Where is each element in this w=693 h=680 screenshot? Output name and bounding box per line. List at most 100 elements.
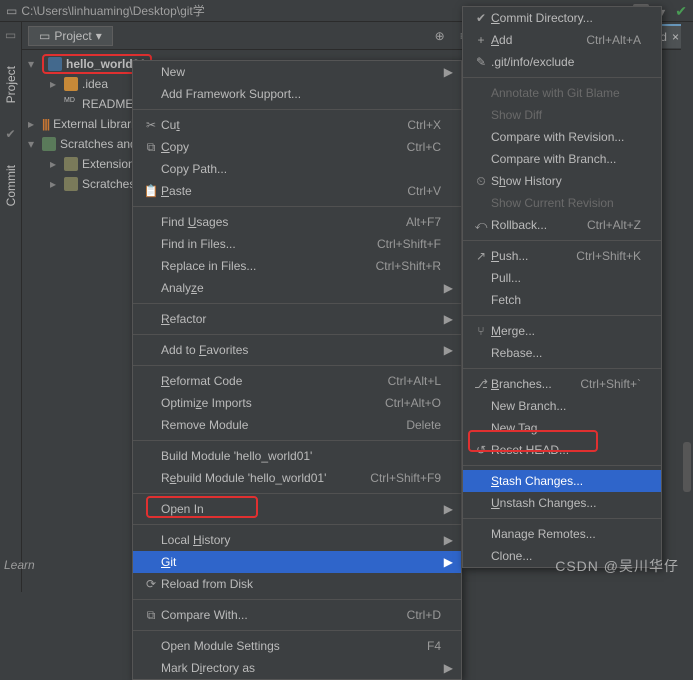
- menu-item[interactable]: ✎.git/info/exclude: [463, 51, 661, 73]
- menu-item[interactable]: Build Module 'hello_world01': [133, 445, 461, 467]
- menu-item[interactable]: Analyze▶: [133, 277, 461, 299]
- scratch-icon: [42, 137, 56, 151]
- menu-item[interactable]: Fetch: [463, 289, 661, 311]
- menu-label: Branches...: [491, 377, 580, 391]
- menu-label: Show Diff: [491, 108, 641, 122]
- menu-item[interactable]: Open In▶: [133, 498, 461, 520]
- menu-label: Show History: [491, 174, 641, 188]
- menu-label: Build Module 'hello_world01': [161, 449, 441, 463]
- submenu-arrow-icon: ▶: [441, 661, 453, 675]
- menu-item[interactable]: Replace in Files...Ctrl+Shift+R: [133, 255, 461, 277]
- menu-item[interactable]: +AddCtrl+Alt+A: [463, 29, 661, 51]
- menu-item[interactable]: ⏲Show History: [463, 170, 661, 192]
- learn-tab[interactable]: Learn: [4, 558, 35, 572]
- submenu-arrow-icon: ▶: [441, 65, 453, 79]
- menu-item[interactable]: ⧉Compare With...Ctrl+D: [133, 604, 461, 626]
- menu-item[interactable]: Open Module SettingsF4: [133, 635, 461, 657]
- menu-item[interactable]: Stash Changes...: [463, 470, 661, 492]
- commit-icon[interactable]: ✔: [5, 127, 15, 141]
- menu-item[interactable]: Mark Directory as▶: [133, 657, 461, 679]
- submenu-arrow-icon: ▶: [441, 312, 453, 326]
- tree-label: External Librari: [53, 117, 134, 131]
- menu-item[interactable]: Compare with Revision...: [463, 126, 661, 148]
- chevron-right-icon[interactable]: ▸: [28, 117, 38, 131]
- menu-label: Optimize Imports: [161, 396, 385, 410]
- gutter-tab-commit[interactable]: Commit: [2, 161, 20, 210]
- chevron-down-icon[interactable]: ▾: [28, 137, 38, 151]
- menu-item[interactable]: Remove ModuleDelete: [133, 414, 461, 436]
- menu-item[interactable]: Unstash Changes...: [463, 492, 661, 514]
- menu-item[interactable]: ⎇Branches...Ctrl+Shift+`: [463, 373, 661, 395]
- project-icon: ▭: [39, 29, 50, 43]
- menu-item[interactable]: Pull...: [463, 267, 661, 289]
- menu-item[interactable]: Reformat CodeCtrl+Alt+L: [133, 370, 461, 392]
- menu-item[interactable]: Git▶: [133, 551, 461, 573]
- context-menu-project[interactable]: New▶Add Framework Support...✂CutCtrl+X⧉C…: [132, 60, 462, 680]
- menu-item[interactable]: ↺Reset HEAD...: [463, 439, 661, 461]
- menu-label: Open Module Settings: [161, 639, 427, 653]
- chevron-right-icon[interactable]: ▸: [50, 177, 60, 191]
- menu-item[interactable]: Optimize ImportsCtrl+Alt+O: [133, 392, 461, 414]
- menu-item[interactable]: New Tag...: [463, 417, 661, 439]
- menu-label: Open In: [161, 502, 441, 516]
- menu-shortcut: Ctrl+Shift+R: [376, 259, 441, 273]
- menu-label: Pull...: [491, 271, 641, 285]
- crumb-dir[interactable]: C:\Users\linhuaming\Desktop\git学: [21, 2, 204, 19]
- menu-item[interactable]: Manage Remotes...: [463, 523, 661, 545]
- menu-label: Commit Directory...: [491, 11, 641, 25]
- menu-label: Unstash Changes...: [491, 496, 641, 510]
- menu-label: Reset HEAD...: [491, 443, 641, 457]
- menu-item[interactable]: Add Framework Support...: [133, 83, 461, 105]
- menu-item[interactable]: ⤺Rollback...Ctrl+Alt+Z: [463, 214, 661, 236]
- close-icon[interactable]: ×: [672, 30, 679, 44]
- tree-label: .idea: [82, 77, 108, 91]
- menu-label: Compare With...: [161, 608, 407, 622]
- scrollbar-thumb[interactable]: [683, 442, 691, 492]
- git-update-icon[interactable]: ✔: [675, 3, 687, 20]
- menu-item[interactable]: Copy Path...: [133, 158, 461, 180]
- chevron-right-icon[interactable]: ▸: [50, 77, 60, 91]
- menu-item[interactable]: New▶: [133, 61, 461, 83]
- menu-label: .git/info/exclude: [491, 55, 641, 69]
- menu-shortcut: Ctrl+Shift+F: [377, 237, 441, 251]
- menu-item[interactable]: Rebuild Module 'hello_world01'Ctrl+Shift…: [133, 467, 461, 489]
- menu-item[interactable]: 📋PasteCtrl+V: [133, 180, 461, 202]
- gutter-tab-project[interactable]: Project: [2, 62, 20, 107]
- menu-shortcut: Alt+F7: [406, 215, 441, 229]
- menu-item[interactable]: Rebase...: [463, 342, 661, 364]
- menu-shortcut: Ctrl+Alt+A: [586, 33, 641, 47]
- menu-item[interactable]: ⧉CopyCtrl+C: [133, 136, 461, 158]
- project-dropdown[interactable]: ▭ Project ▾: [28, 26, 113, 46]
- menu-item[interactable]: Add to Favorites▶: [133, 339, 461, 361]
- menu-label: Show Current Revision: [491, 196, 641, 210]
- menu-item[interactable]: Find in Files...Ctrl+Shift+F: [133, 233, 461, 255]
- menu-item[interactable]: ⑂Merge...: [463, 320, 661, 342]
- tree-label: Scratches and: [60, 137, 137, 151]
- folder-icon: [64, 77, 78, 91]
- scrollbar[interactable]: [681, 22, 693, 592]
- menu-item[interactable]: ✂CutCtrl+X: [133, 114, 461, 136]
- menu-item[interactable]: Find UsagesAlt+F7: [133, 211, 461, 233]
- library-icon: |||: [42, 117, 49, 131]
- context-menu-git[interactable]: ✔Commit Directory...+AddCtrl+Alt+A✎.git/…: [462, 6, 662, 568]
- menu-item[interactable]: Compare with Branch...: [463, 148, 661, 170]
- menu-item: Show Diff: [463, 104, 661, 126]
- menu-item[interactable]: ↗Push...Ctrl+Shift+K: [463, 245, 661, 267]
- chevron-down-icon[interactable]: ▾: [28, 57, 38, 71]
- menu-icon: ✂: [141, 118, 161, 132]
- project-icon[interactable]: ▭: [5, 28, 16, 42]
- menu-icon: ⧉: [141, 608, 161, 623]
- menu-item[interactable]: Refactor▶: [133, 308, 461, 330]
- locate-icon[interactable]: ⊕: [431, 27, 449, 45]
- menu-item[interactable]: ✔Commit Directory...: [463, 7, 661, 29]
- menu-item[interactable]: New Branch...: [463, 395, 661, 417]
- menu-icon: ⑂: [471, 324, 491, 338]
- menu-label: Merge...: [491, 324, 641, 338]
- menu-label: Fetch: [491, 293, 641, 307]
- menu-item[interactable]: Local History▶: [133, 529, 461, 551]
- chevron-right-icon[interactable]: ▸: [50, 157, 60, 171]
- menu-label: Add: [491, 33, 586, 47]
- menu-label: New: [161, 65, 441, 79]
- menu-label: Compare with Branch...: [491, 152, 641, 166]
- menu-item: Show Current Revision: [463, 192, 661, 214]
